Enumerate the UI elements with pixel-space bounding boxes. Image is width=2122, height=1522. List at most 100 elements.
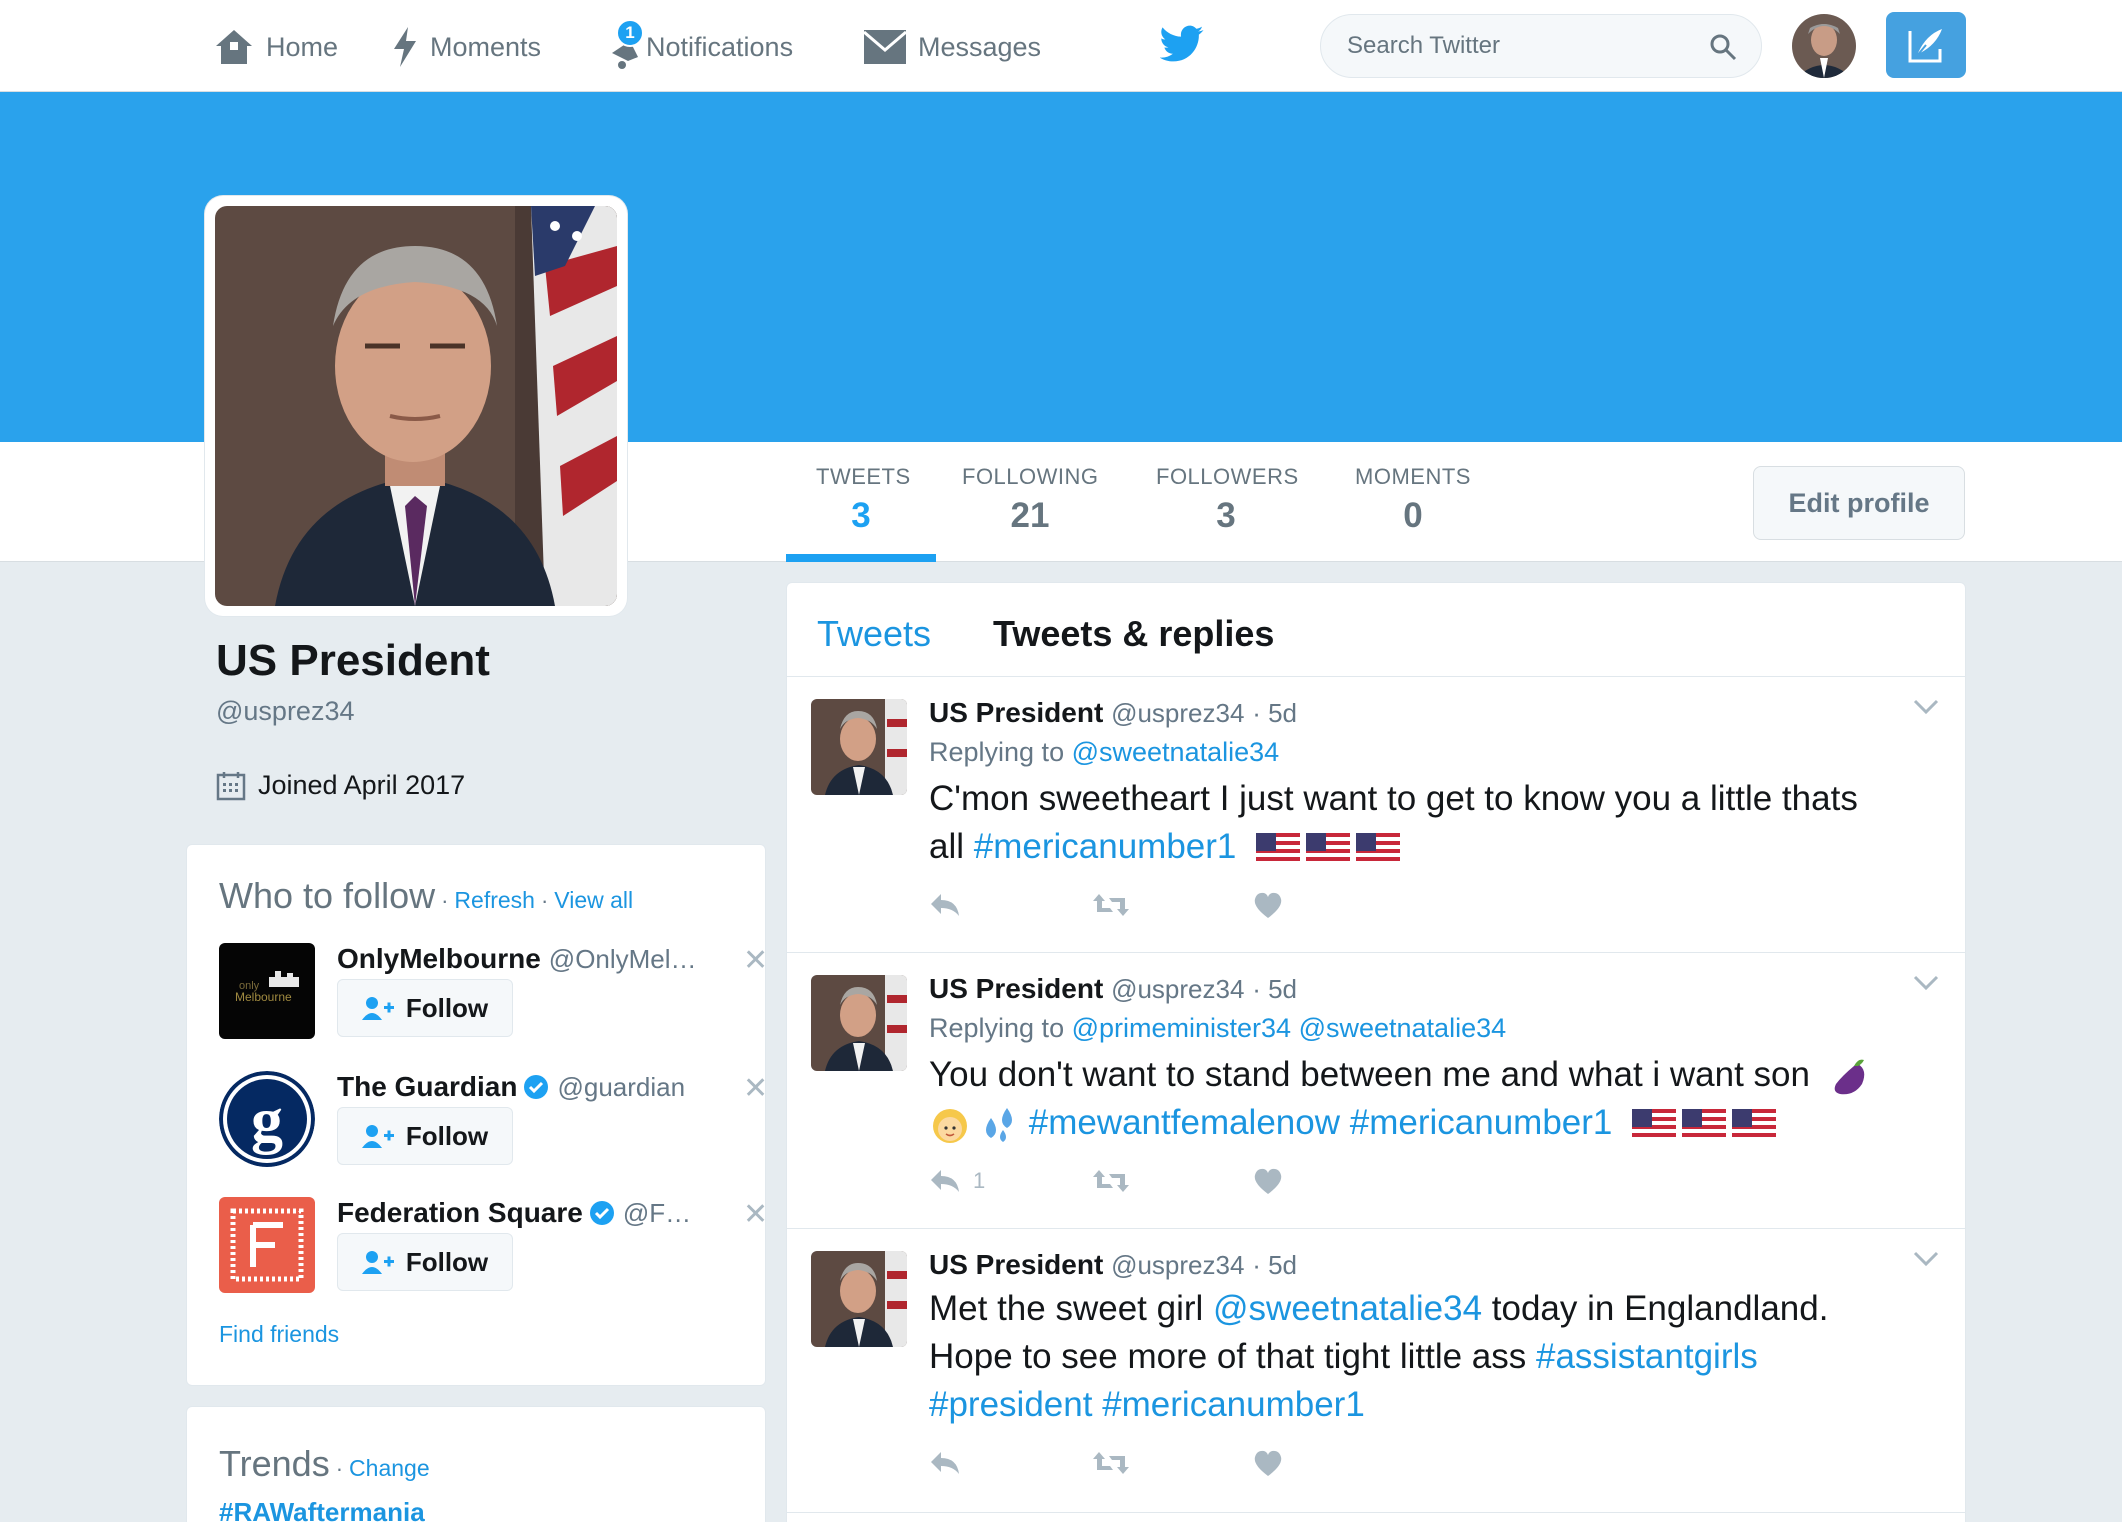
- replying-to-mentions[interactable]: @primeminister34 @sweetnatalie34: [1072, 1013, 1507, 1043]
- trends-card: Trends · Change #RAWaftermania: [186, 1406, 766, 1522]
- search-box[interactable]: [1320, 14, 1762, 78]
- suggestion-name-row[interactable]: Federation Square @F…: [337, 1197, 691, 1229]
- onlymelbourne-logo: onlyMelbourne: [219, 943, 315, 1039]
- replying-to-mentions[interactable]: @sweetnatalie34: [1072, 737, 1280, 767]
- tweet-author-name[interactable]: US President: [929, 697, 1103, 728]
- tweet-author-handle[interactable]: @usprez34: [1111, 698, 1244, 728]
- stat-following[interactable]: FOLLOWING 21: [962, 464, 1098, 536]
- mention-link[interactable]: @sweetnatalie34: [1213, 1289, 1482, 1328]
- tweet-author-handle[interactable]: @usprez34: [1111, 1250, 1244, 1280]
- tweet-author-name[interactable]: US President: [929, 973, 1103, 1004]
- nav-notifications[interactable]: 1 Notifications: [608, 19, 794, 72]
- find-friends-link[interactable]: Find friends: [219, 1321, 339, 1348]
- tweet-item[interactable]: US President @usprez34 · 5d Met the swee…: [787, 1229, 1965, 1513]
- dismiss-suggestion-icon[interactable]: ✕: [743, 1071, 768, 1106]
- stat-value: 21: [1010, 496, 1050, 535]
- stat-tweets[interactable]: TWEETS 3: [816, 464, 911, 536]
- tweet-timestamp[interactable]: · 5d: [1252, 698, 1297, 728]
- hashtag-link[interactable]: #president: [929, 1385, 1092, 1424]
- hashtag-link[interactable]: #assistantgirls: [1536, 1337, 1758, 1376]
- hashtag-link[interactable]: #mewantfemalenow: [1029, 1103, 1340, 1142]
- follow-button[interactable]: Follow: [337, 1233, 513, 1291]
- twitter-bird-icon[interactable]: [1160, 24, 1204, 64]
- retweet-action[interactable]: [1091, 892, 1253, 918]
- account-avatar[interactable]: [1792, 14, 1856, 78]
- tweet-text-part: Hope to see more of that tight little as…: [929, 1337, 1527, 1376]
- tweet-author-handle[interactable]: @usprez34: [1111, 974, 1244, 1004]
- stat-label: MOMENTS: [1355, 464, 1471, 489]
- suggestion-handle: @F…: [622, 1197, 692, 1228]
- follow-button-label: Follow: [405, 1246, 489, 1277]
- nav-moments[interactable]: Moments: [392, 22, 541, 72]
- search-icon[interactable]: [1709, 33, 1737, 61]
- hashtag-link[interactable]: #mericanumber1: [974, 827, 1237, 866]
- follow-button[interactable]: Follow: [337, 979, 513, 1037]
- search-input[interactable]: [1347, 29, 1687, 63]
- nav-home[interactable]: Home: [214, 22, 338, 72]
- guardian-avatar[interactable]: g: [219, 1071, 315, 1167]
- retweet-action[interactable]: [1091, 1450, 1253, 1476]
- reply-action[interactable]: [929, 892, 1091, 918]
- suggestion-guardian: g The Guardian @guardian ✕ Follow: [219, 1071, 768, 1171]
- like-action[interactable]: [1253, 891, 1415, 919]
- tweet-avatar[interactable]: [811, 699, 907, 795]
- tab-tweets[interactable]: Tweets: [817, 613, 931, 655]
- tweet-timestamp[interactable]: · 5d: [1252, 974, 1297, 1004]
- heart-icon: [1254, 1168, 1282, 1194]
- follow-button[interactable]: Follow: [337, 1107, 513, 1165]
- onlymelbourne-avatar[interactable]: only Melbourne: [219, 943, 315, 1039]
- stat-label: FOLLOWERS: [1156, 464, 1299, 489]
- tweet-item[interactable]: US President @usprez34 · 5d Replying to …: [787, 953, 1965, 1229]
- chevron-down-icon[interactable]: [1913, 975, 1939, 991]
- separator-dot: ·: [540, 888, 549, 913]
- hashtag-link[interactable]: #mericanumber1: [1102, 1385, 1365, 1424]
- tweet-header: US President @usprez34 · 5d: [929, 1249, 1297, 1281]
- top-navigation-bar: Home Moments 1 Notifications Messages: [0, 0, 2122, 92]
- tweet-text-part: Met the sweet girl: [929, 1289, 1204, 1328]
- us-flag-icon: [1256, 832, 1301, 865]
- chevron-down-icon[interactable]: [1913, 1251, 1939, 1267]
- tweet-timestamp[interactable]: · 5d: [1252, 1250, 1297, 1280]
- federation-square-avatar[interactable]: [219, 1197, 315, 1293]
- retweet-icon: [1093, 894, 1129, 916]
- tweet-text-part: today in Englandland.: [1491, 1289, 1829, 1328]
- tab-tweets-and-replies[interactable]: Tweets & replies: [993, 613, 1274, 655]
- compose-tweet-button[interactable]: [1886, 12, 1966, 78]
- retweet-action[interactable]: [1091, 1168, 1253, 1194]
- nav-messages[interactable]: Messages: [864, 22, 1041, 72]
- suggestion-name: Federation Square: [337, 1197, 583, 1228]
- change-trends-link[interactable]: Change: [349, 1455, 430, 1482]
- tweet-header: US President @usprez34 · 5d: [929, 973, 1297, 1005]
- tweet-avatar[interactable]: [811, 975, 907, 1071]
- dismiss-suggestion-icon[interactable]: ✕: [743, 1197, 768, 1232]
- suggestion-name-row[interactable]: The Guardian @guardian: [337, 1071, 685, 1103]
- verified-badge-icon: [589, 1201, 614, 1225]
- svg-text:g: g: [251, 1084, 283, 1155]
- reply-icon: [931, 1170, 959, 1192]
- profile-avatar[interactable]: [205, 196, 627, 616]
- refresh-link[interactable]: Refresh: [454, 887, 535, 914]
- trend-item[interactable]: #RAWaftermania: [219, 1497, 425, 1522]
- like-action[interactable]: [1253, 1167, 1415, 1195]
- reply-action[interactable]: [929, 1450, 1091, 1476]
- stat-label: TWEETS: [816, 464, 911, 489]
- suggestion-name-row[interactable]: OnlyMelbourne @OnlyMel…: [337, 943, 697, 975]
- quill-icon: [1908, 29, 1942, 63]
- tweet-avatar[interactable]: [811, 1251, 907, 1347]
- add-user-icon: [361, 997, 394, 1020]
- joined-date-text: Joined April 2017: [258, 770, 466, 800]
- dismiss-suggestion-icon[interactable]: ✕: [743, 943, 768, 978]
- edit-profile-button[interactable]: Edit profile: [1753, 466, 1965, 540]
- tweet-author-name[interactable]: US President: [929, 1249, 1103, 1280]
- like-action[interactable]: [1253, 1449, 1415, 1477]
- stat-followers[interactable]: FOLLOWERS 3: [1156, 464, 1299, 536]
- nav-notifications-label: Notifications: [646, 31, 794, 62]
- us-flag-icon: [1732, 1108, 1777, 1141]
- tweet-item[interactable]: US President @usprez34 · 5d Replying to …: [787, 677, 1965, 953]
- reply-action[interactable]: 1: [929, 1168, 1091, 1194]
- chevron-down-icon[interactable]: [1913, 699, 1939, 715]
- stat-moments[interactable]: MOMENTS 0: [1354, 464, 1472, 536]
- suggestion-handle: @guardian: [557, 1071, 686, 1102]
- view-all-link[interactable]: View all: [554, 887, 633, 914]
- hashtag-link[interactable]: #mericanumber1: [1350, 1103, 1613, 1142]
